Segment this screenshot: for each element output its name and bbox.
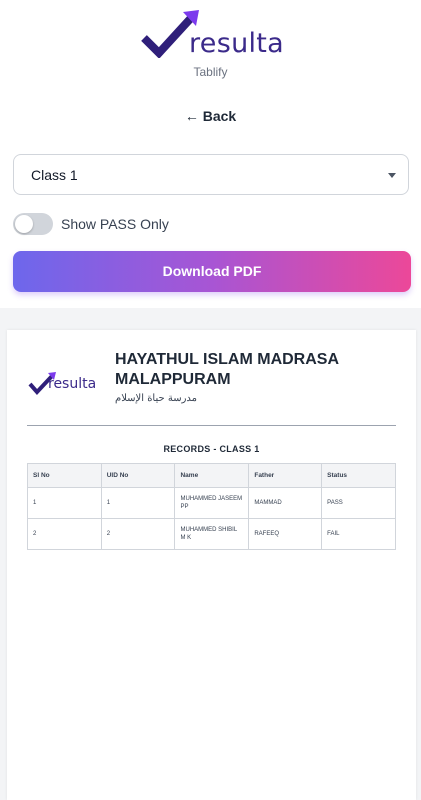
class-select[interactable]: Class 1	[13, 154, 409, 195]
table-row: 1 1 MUHAMMED JASEEM PP MAMMAD PASS	[27, 487, 396, 519]
document-logo-text: resulta	[48, 376, 97, 392]
cell-sl-no: 2	[27, 518, 102, 550]
cell-name: MUHAMMED SHIBIL M K	[174, 518, 250, 550]
column-header: Sl No	[27, 463, 102, 488]
cell-father: MAMMAD	[248, 487, 323, 519]
cell-uid-no: 1	[100, 487, 176, 519]
records-title: RECORDS - CLASS 1	[163, 444, 260, 454]
institution-arabic-name: مدرسة حياة الإسلام	[115, 393, 198, 404]
toggle-knob	[15, 215, 33, 233]
cell-father: RAFEEQ	[248, 518, 323, 550]
tagline: Tablify	[193, 65, 228, 79]
cell-status: PASS	[321, 487, 396, 519]
cell-status: FAIL	[321, 518, 396, 550]
table-row: 2 2 MUHAMMED SHIBIL M K RAFEEQ FAIL	[27, 518, 396, 550]
column-header: Father	[248, 463, 323, 488]
control-panel: resulta Tablify ← Back Class 1 Show PASS…	[0, 0, 421, 308]
table-header-row: Sl No UID No Name Father Status	[27, 463, 396, 488]
records-table: Sl No UID No Name Father Status 1 1 MUHA…	[27, 463, 396, 550]
column-header: Status	[321, 463, 396, 488]
pdf-preview: resulta HAYATHUL ISLAM MADRASA MALAPPURA…	[7, 330, 416, 800]
chevron-down-icon	[388, 173, 396, 178]
cell-sl-no: 1	[27, 487, 102, 519]
pass-only-toggle[interactable]	[13, 213, 53, 235]
column-header: Name	[174, 463, 250, 488]
pass-only-label: Show PASS Only	[61, 216, 169, 232]
logo-text: resulta	[189, 28, 285, 59]
column-header: UID No	[100, 463, 176, 488]
cell-uid-no: 2	[100, 518, 176, 550]
institution-name: HAYATHUL ISLAM MADRASA MALAPPURAM	[115, 351, 339, 388]
divider	[27, 425, 396, 426]
back-link[interactable]: ← Back	[0, 108, 421, 124]
download-pdf-button[interactable]: Download PDF	[13, 251, 411, 292]
cell-name: MUHAMMED JASEEM PP	[174, 487, 250, 519]
resulta-logo: resulta	[139, 8, 289, 59]
class-select-value: Class 1	[31, 167, 78, 183]
document-logo: resulta	[28, 370, 108, 396]
